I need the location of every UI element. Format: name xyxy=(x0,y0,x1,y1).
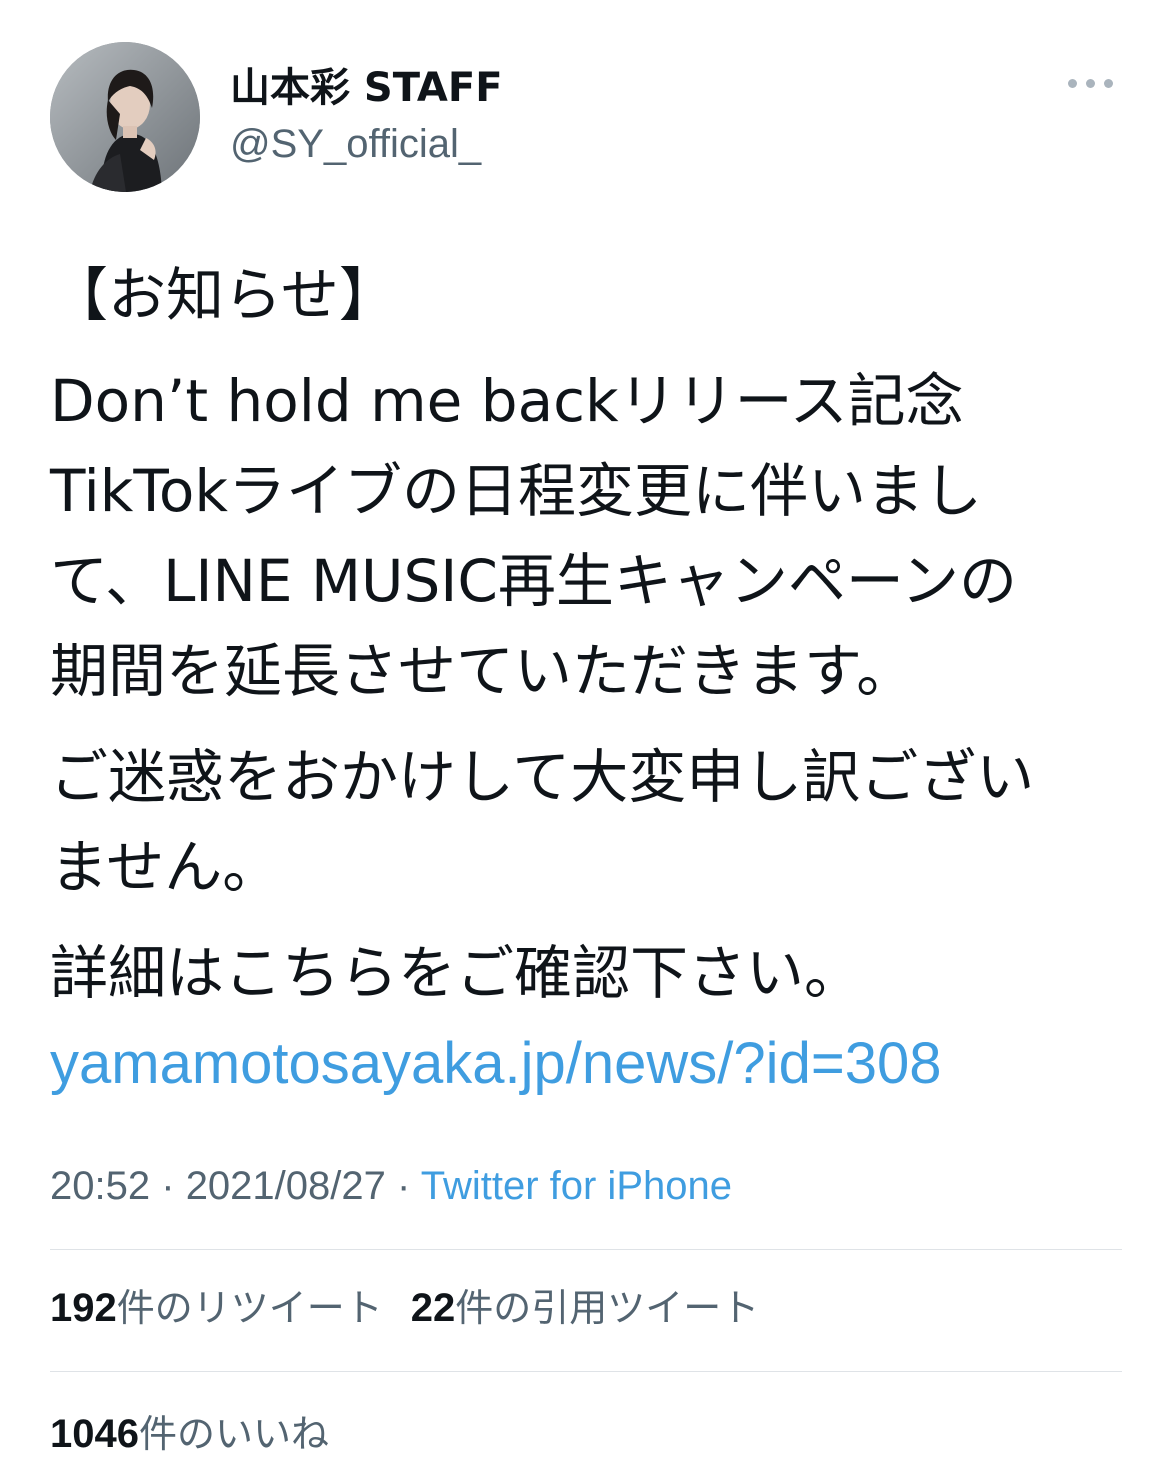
tweet-source-link[interactable]: Twitter for iPhone xyxy=(421,1164,732,1208)
tweet-line: て、LINE MUSIC再生キャンペーンの xyxy=(50,547,1018,615)
tweet-line: 期間を延長させていただきます。 xyxy=(50,637,915,705)
tweet-line: TikTokライブの日程変更に伴いまし xyxy=(50,457,982,525)
likes-stat[interactable]: 1046件のいいね xyxy=(50,1408,329,1460)
tweet-heading: 【お知らせ】 xyxy=(50,261,397,329)
tweet-text: 【お知らせ】 Don’t hold me backリリース記念 TikTokライ… xyxy=(50,250,1130,1109)
tweet-meta: 20:52 · 2021/08/27 · Twitter for iPhone xyxy=(50,1160,732,1212)
avatar[interactable] xyxy=(50,42,200,192)
meta-separator: · xyxy=(161,1164,175,1208)
retweets-stat[interactable]: 192件のリツイート xyxy=(50,1282,383,1334)
quotes-stat[interactable]: 22件の引用ツイート xyxy=(411,1282,760,1334)
tweet-line: ません。 xyxy=(50,833,281,901)
divider xyxy=(50,1249,1122,1250)
retweets-count: 192 xyxy=(50,1286,117,1330)
tweet-line: ご迷惑をおかけして大変申し訳ござい xyxy=(50,743,1035,811)
user-handle[interactable]: @SY_official_ xyxy=(230,118,503,170)
tweet-paragraph-1: Don’t hold me backリリース記念 TikTokライブの日程変更に… xyxy=(50,356,1130,716)
tweet-paragraph-3: 詳細はこちらをご確認下さい。 yamamotosayaka.jp/news/?i… xyxy=(50,928,1130,1109)
tweet-line: 詳細はこちらをご確認下さい。 xyxy=(50,939,863,1007)
likes-stats-row: 1046件のいいね xyxy=(50,1408,357,1460)
quotes-count: 22 xyxy=(410,1286,456,1330)
tweet-header: 山本彩 STAFF @SY_official_ xyxy=(50,42,1120,192)
more-horizontal-icon[interactable] xyxy=(1068,72,1114,92)
share-stats-row: 192件のリツイート 22件の引用ツイート xyxy=(50,1282,787,1334)
divider xyxy=(50,1371,1122,1372)
tweet-line: Don’t hold me backリリース記念 xyxy=(50,367,964,435)
news-link[interactable]: yamamotosayaka.jp/news/?id=308 xyxy=(50,1031,941,1096)
tweet-date[interactable]: 2021/08/27 xyxy=(186,1164,386,1208)
tweet-time[interactable]: 20:52 xyxy=(50,1164,150,1208)
author-names: 山本彩 STAFF @SY_official_ xyxy=(230,62,503,170)
avatar-image xyxy=(50,42,200,192)
meta-separator: · xyxy=(397,1164,411,1208)
quotes-label: 件の引用ツイート xyxy=(455,1286,760,1330)
likes-label: 件のいいね xyxy=(138,1412,329,1456)
tweet-paragraph-2: ご迷惑をおかけして大変申し訳ござい ません。 xyxy=(50,732,1130,912)
retweets-label: 件のリツイート xyxy=(116,1286,383,1330)
likes-count: 1046 xyxy=(50,1412,139,1456)
display-name[interactable]: 山本彩 STAFF xyxy=(230,62,503,114)
